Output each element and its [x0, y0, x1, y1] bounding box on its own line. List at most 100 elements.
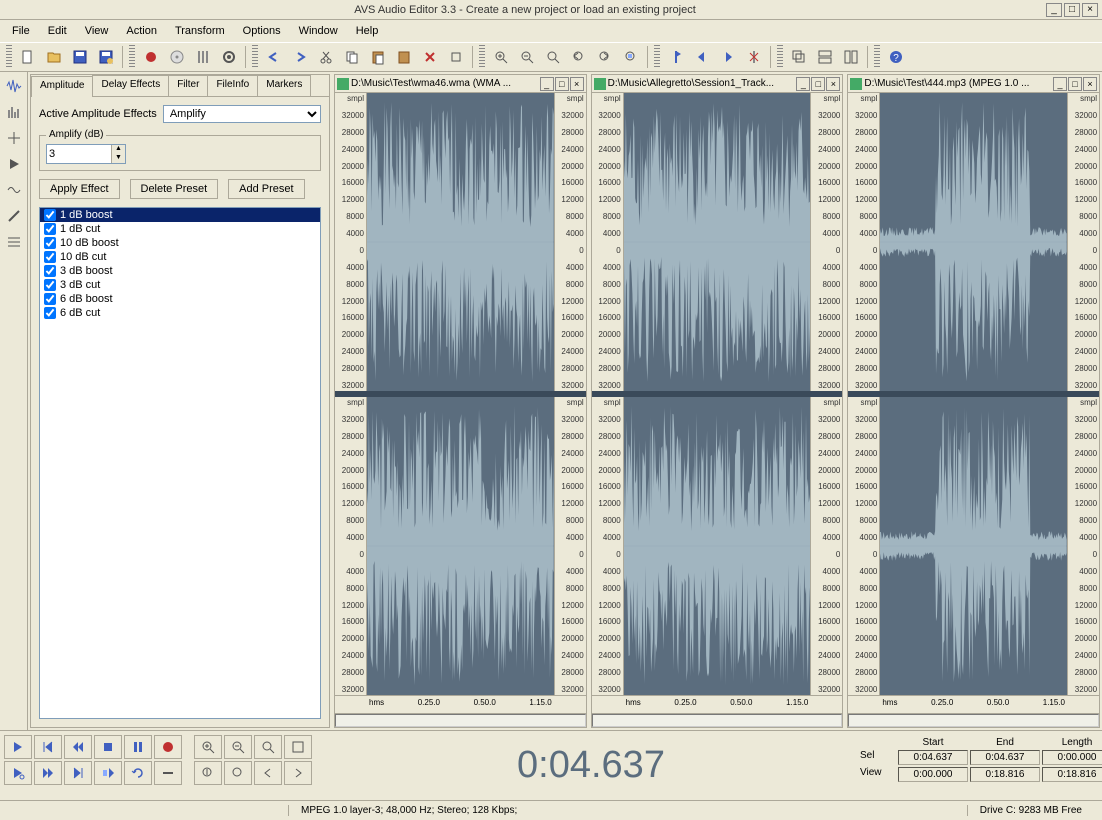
preset-item[interactable]: 1 dB boost	[40, 208, 320, 222]
minimize-wave-button[interactable]: _	[540, 77, 554, 91]
draw-tool-icon[interactable]	[2, 204, 26, 228]
record-button[interactable]	[154, 735, 182, 759]
open-file-icon[interactable]	[42, 45, 66, 69]
undo-icon[interactable]	[262, 45, 286, 69]
menu-view[interactable]: View	[77, 23, 117, 39]
preset-checkbox[interactable]	[44, 209, 56, 221]
marker-next-icon[interactable]	[716, 45, 740, 69]
minimize-button[interactable]: _	[1046, 3, 1062, 17]
horizontal-scrollbar[interactable]	[335, 713, 586, 727]
effect-select[interactable]: Amplify	[163, 105, 321, 123]
tab-markers[interactable]: Markers	[257, 75, 311, 96]
play-button[interactable]	[4, 735, 32, 759]
preset-item[interactable]: 1 dB cut	[40, 222, 320, 236]
marker-add-icon[interactable]	[664, 45, 688, 69]
zoom-all-button[interactable]	[284, 735, 312, 759]
waveform-view-icon[interactable]	[2, 74, 26, 98]
tab-fileinfo[interactable]: FileInfo	[207, 75, 258, 96]
zoom-right-icon[interactable]	[593, 45, 617, 69]
waveform-canvas[interactable]	[624, 397, 811, 695]
menu-window[interactable]: Window	[291, 23, 346, 39]
select-tool-icon[interactable]	[2, 126, 26, 150]
forward-button[interactable]	[34, 761, 62, 785]
save-as-icon[interactable]	[94, 45, 118, 69]
add-preset-button[interactable]: Add Preset	[228, 179, 304, 199]
horizontal-scrollbar[interactable]	[848, 713, 1099, 727]
loop-button[interactable]	[124, 761, 152, 785]
toolbar-grip[interactable]	[252, 45, 258, 69]
record-icon[interactable]	[139, 45, 163, 69]
time-ruler[interactable]: hms0.25.00.50.01.15.0	[335, 695, 586, 713]
preset-item[interactable]: 6 dB cut	[40, 306, 320, 320]
close-wave-button[interactable]: ×	[826, 77, 840, 91]
marker-prev-icon[interactable]	[690, 45, 714, 69]
sel-end-value[interactable]: 0:04.637	[970, 750, 1040, 765]
zoom-left-icon[interactable]	[567, 45, 591, 69]
trim-icon[interactable]	[444, 45, 468, 69]
stop-button[interactable]	[94, 735, 122, 759]
menu-edit[interactable]: Edit	[40, 23, 75, 39]
tile-vertical-icon[interactable]	[839, 45, 863, 69]
paste-icon[interactable]	[366, 45, 390, 69]
menu-transform[interactable]: Transform	[167, 23, 233, 39]
tab-amplitude[interactable]: Amplitude	[31, 76, 93, 97]
options-button[interactable]	[154, 761, 182, 785]
preset-item[interactable]: 3 dB cut	[40, 278, 320, 292]
amplify-spinner[interactable]: ▲ ▼	[46, 144, 126, 164]
settings-icon[interactable]	[217, 45, 241, 69]
zoom-in-v-button[interactable]	[194, 761, 222, 785]
spin-down-icon[interactable]: ▼	[111, 154, 125, 163]
play-sel-button[interactable]	[94, 761, 122, 785]
mixer-icon[interactable]	[191, 45, 215, 69]
waveform-canvas[interactable]	[367, 397, 554, 695]
redo-icon[interactable]	[288, 45, 312, 69]
waveform-title-bar[interactable]: D:\Music\Test\444.mp3 (MPEG 1.0 ... _ □ …	[848, 75, 1099, 93]
time-ruler[interactable]: hms0.25.00.50.01.15.0	[592, 695, 843, 713]
play-loop-button[interactable]	[4, 761, 32, 785]
toolbar-grip[interactable]	[6, 45, 12, 69]
menu-file[interactable]: File	[4, 23, 38, 39]
go-end-button[interactable]	[64, 761, 92, 785]
toolbar-grip[interactable]	[479, 45, 485, 69]
preset-checkbox[interactable]	[44, 237, 56, 249]
play-tool-icon[interactable]	[2, 152, 26, 176]
audio-cd-icon[interactable]	[165, 45, 189, 69]
time-ruler[interactable]: hms0.25.00.50.01.15.0	[848, 695, 1099, 713]
preset-checkbox[interactable]	[44, 293, 56, 305]
sel-length-value[interactable]: 0:00.000	[1042, 750, 1102, 765]
minimize-wave-button[interactable]: _	[796, 77, 810, 91]
close-wave-button[interactable]: ×	[570, 77, 584, 91]
maximize-wave-button[interactable]: □	[555, 77, 569, 91]
maximize-button[interactable]: □	[1064, 3, 1080, 17]
zoom-in-icon[interactable]	[489, 45, 513, 69]
zoom-sel-button[interactable]	[254, 735, 282, 759]
maximize-wave-button[interactable]: □	[1068, 77, 1082, 91]
preset-item[interactable]: 6 dB boost	[40, 292, 320, 306]
sel-start-value[interactable]: 0:04.637	[898, 750, 968, 765]
save-icon[interactable]	[68, 45, 92, 69]
view-length-value[interactable]: 0:18.816	[1042, 767, 1102, 782]
waveform-title-bar[interactable]: D:\Music\Allegretto\Session1_Track... _ …	[592, 75, 843, 93]
marker-clear-icon[interactable]	[742, 45, 766, 69]
preset-item[interactable]: 10 dB boost	[40, 236, 320, 250]
minimize-wave-button[interactable]: _	[1053, 77, 1067, 91]
cut-icon[interactable]	[314, 45, 338, 69]
paste-mix-icon[interactable]	[392, 45, 416, 69]
menu-action[interactable]: Action	[118, 23, 165, 39]
waveform-title-bar[interactable]: D:\Music\Test\wma46.wma (WMA ... _ □ ×	[335, 75, 586, 93]
spectral-view-icon[interactable]	[2, 100, 26, 124]
zoom-out-icon[interactable]	[515, 45, 539, 69]
tab-delay-effects[interactable]: Delay Effects	[92, 75, 169, 96]
tile-horizontal-icon[interactable]	[813, 45, 837, 69]
new-file-icon[interactable]	[16, 45, 40, 69]
go-start-button[interactable]	[34, 735, 62, 759]
close-wave-button[interactable]: ×	[1083, 77, 1097, 91]
cascade-icon[interactable]	[787, 45, 811, 69]
pause-button[interactable]	[124, 735, 152, 759]
preset-checkbox[interactable]	[44, 265, 56, 277]
zoom-out-v-button[interactable]	[224, 761, 252, 785]
waveform-canvas[interactable]	[367, 93, 554, 391]
preset-item[interactable]: 3 dB boost	[40, 264, 320, 278]
help-icon[interactable]: ?	[884, 45, 908, 69]
waveform-canvas[interactable]	[880, 93, 1067, 391]
